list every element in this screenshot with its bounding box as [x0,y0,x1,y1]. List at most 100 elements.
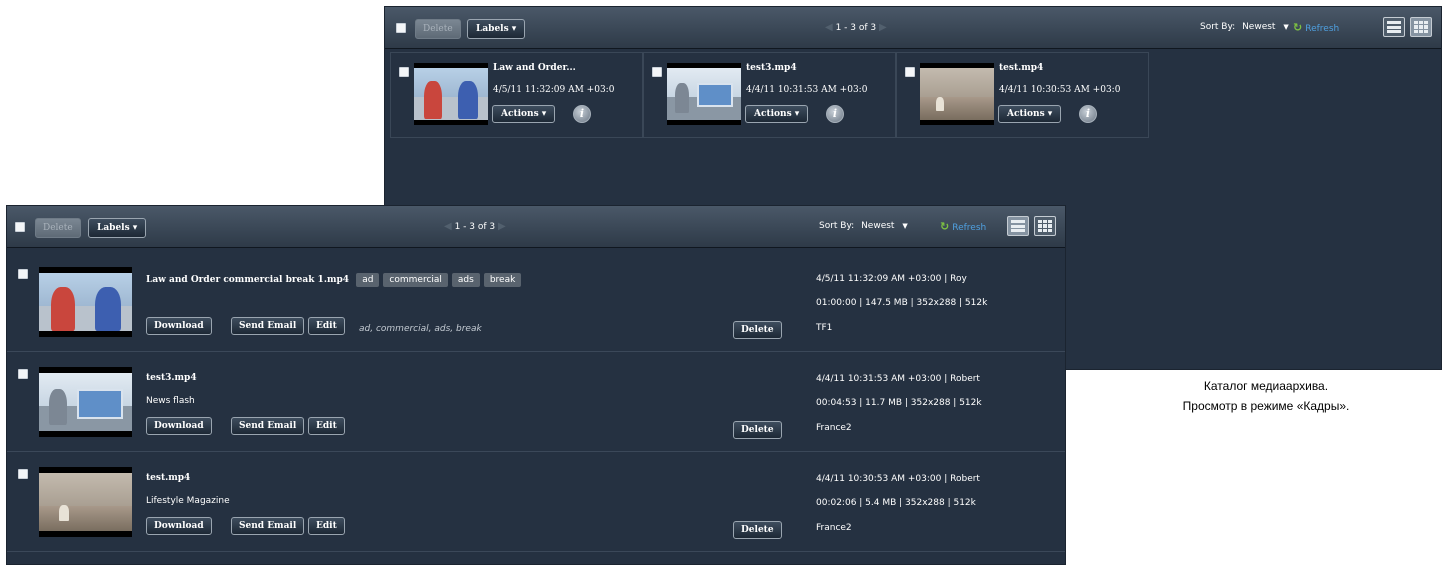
sort-control[interactable]: Sort By: Newest ▼ [819,221,908,231]
send-email-button[interactable]: Send Email [231,417,305,435]
list-view-icon [1011,220,1025,232]
download-button[interactable]: Download [146,417,212,435]
refresh-label: Refresh [1305,24,1340,34]
list-view-toggle[interactable] [1383,17,1405,37]
video-thumbnail[interactable] [414,63,488,125]
item-checkbox[interactable] [399,67,409,77]
edit-button[interactable]: Edit [308,417,345,435]
media-title[interactable]: test.mp4 [146,473,190,483]
delete-item-button[interactable]: Delete [733,521,782,539]
media-description: News flash [146,396,195,406]
item-checkbox[interactable] [18,369,28,379]
media-card[interactable]: test3.mp4 4/4/11 10:31:53 AM +03:0 Actio… [643,52,896,138]
label-tag[interactable]: ads [451,273,480,287]
chevron-down-icon: ▼ [1283,23,1289,31]
prev-page-icon[interactable]: ◀ [444,221,452,232]
list-item[interactable]: test3.mp4 News flash Download Send Email… [7,353,1065,452]
media-meta-channel: France2 [816,423,852,433]
refresh-icon: ↻ [940,220,950,233]
download-button[interactable]: Download [146,517,212,535]
actions-dropdown-button[interactable]: Actions ▾ [492,105,556,123]
label-tag[interactable]: ad [356,273,380,287]
item-checkbox[interactable] [905,67,915,77]
send-email-button[interactable]: Send Email [231,517,305,535]
media-meta-date-owner: 4/4/11 10:31:53 AM +03:00 | Robert [816,374,980,384]
media-title[interactable]: test.mp4 [999,63,1043,73]
grid-view-icon [1414,21,1428,33]
list-toolbar: Delete Labels ▾ ◀ 1 - 3 of 3 ▶ Sort By: … [7,206,1065,248]
grid-toolbar: Delete Labels ▾ ◀ 1 - 3 of 3 ▶ Sort By: … [385,7,1441,49]
media-title[interactable]: test3.mp4 [746,63,797,73]
media-title[interactable]: Law and Order commercial break 1.mp4 ad c… [146,273,522,287]
media-title-text[interactable]: Law and Order commercial break 1.mp4 [146,275,349,285]
media-card[interactable]: Law and Order... 4/5/11 11:32:09 AM +03:… [390,52,643,138]
select-all-checkbox[interactable] [396,23,406,33]
delete-item-button[interactable]: Delete [733,421,782,439]
list-view-toggle[interactable] [1007,216,1029,236]
delete-button[interactable]: Delete [415,19,461,39]
download-button[interactable]: Download [146,317,212,335]
sort-value[interactable]: Newest [861,221,894,231]
figure-caption: Каталог медиаархива. Просмотр в режиме «… [1085,376,1447,416]
grid-view-toggle[interactable] [1410,17,1432,37]
chevron-down-icon: ▼ [902,222,908,230]
delete-button[interactable]: Delete [35,218,81,238]
next-page-icon[interactable]: ▶ [498,221,506,232]
list-view-icon [1387,21,1401,33]
labels-list: ad, commercial, ads, break [359,324,482,334]
info-icon[interactable]: i [826,105,844,123]
list-view-panel: Delete Labels ▾ ◀ 1 - 3 of 3 ▶ Sort By: … [6,205,1066,565]
labels-dropdown-button[interactable]: Labels ▾ [467,19,526,39]
refresh-link[interactable]: ↻ Refresh [1293,21,1339,34]
refresh-link[interactable]: ↻ Refresh [940,220,986,233]
item-checkbox[interactable] [18,469,28,479]
prev-page-icon[interactable]: ◀ [825,22,833,33]
media-meta-date-owner: 4/5/11 11:32:09 AM +03:00 | Roy [816,274,967,284]
video-thumbnail[interactable] [39,367,132,437]
refresh-icon: ↻ [1293,21,1303,34]
media-meta-channel: France2 [816,523,852,533]
media-meta-channel: TF1 [816,323,833,333]
media-meta-duration: 00:04:53 | 11.7 MB | 352x288 | 512k [816,398,982,408]
send-email-button[interactable]: Send Email [231,317,305,335]
pager: ◀ 1 - 3 of 3 ▶ [825,22,887,33]
media-date: 4/4/11 10:31:53 AM +03:0 [746,85,868,95]
grid-view-toggle[interactable] [1034,216,1056,236]
sort-label: Sort By: [1200,22,1236,32]
info-icon[interactable]: i [1079,105,1097,123]
actions-dropdown-button[interactable]: Actions ▾ [745,105,809,123]
pager-text: 1 - 3 of 3 [454,222,496,232]
delete-item-button[interactable]: Delete [733,321,782,339]
media-meta-duration: 01:00:00 | 147.5 MB | 352x288 | 512k [816,298,988,308]
label-tag[interactable]: commercial [383,273,448,287]
caption-line-1: Каталог медиаархива. [1203,379,1329,393]
media-date: 4/5/11 11:32:09 AM +03:0 [493,85,615,95]
labels-dropdown-button[interactable]: Labels ▾ [88,218,147,238]
video-thumbnail[interactable] [920,63,994,125]
video-thumbnail[interactable] [39,267,132,337]
video-thumbnail[interactable] [667,63,741,125]
media-card[interactable]: test.mp4 4/4/11 10:30:53 AM +03:0 Action… [896,52,1149,138]
pager-text: 1 - 3 of 3 [835,23,877,33]
sort-value[interactable]: Newest [1242,22,1275,32]
actions-dropdown-button[interactable]: Actions ▾ [998,105,1062,123]
media-meta-duration: 00:02:06 | 5.4 MB | 352x288 | 512k [816,498,976,508]
label-tag[interactable]: break [483,273,522,287]
next-page-icon[interactable]: ▶ [879,22,887,33]
edit-button[interactable]: Edit [308,517,345,535]
media-meta-date-owner: 4/4/11 10:30:53 AM +03:00 | Robert [816,474,980,484]
refresh-label: Refresh [952,223,987,233]
list-item[interactable]: Law and Order commercial break 1.mp4 ad c… [7,253,1065,352]
video-thumbnail[interactable] [39,467,132,537]
list-item[interactable]: test.mp4 Lifestyle Magazine Download Sen… [7,453,1065,552]
sort-control[interactable]: Sort By: Newest ▼ [1200,22,1289,32]
media-date: 4/4/11 10:30:53 AM +03:0 [999,85,1121,95]
item-checkbox[interactable] [18,269,28,279]
info-icon[interactable]: i [573,105,591,123]
pager: ◀ 1 - 3 of 3 ▶ [444,221,506,232]
item-checkbox[interactable] [652,67,662,77]
media-title[interactable]: Law and Order... [493,63,576,73]
select-all-checkbox[interactable] [15,222,25,232]
edit-button[interactable]: Edit [308,317,345,335]
media-title[interactable]: test3.mp4 [146,373,197,383]
